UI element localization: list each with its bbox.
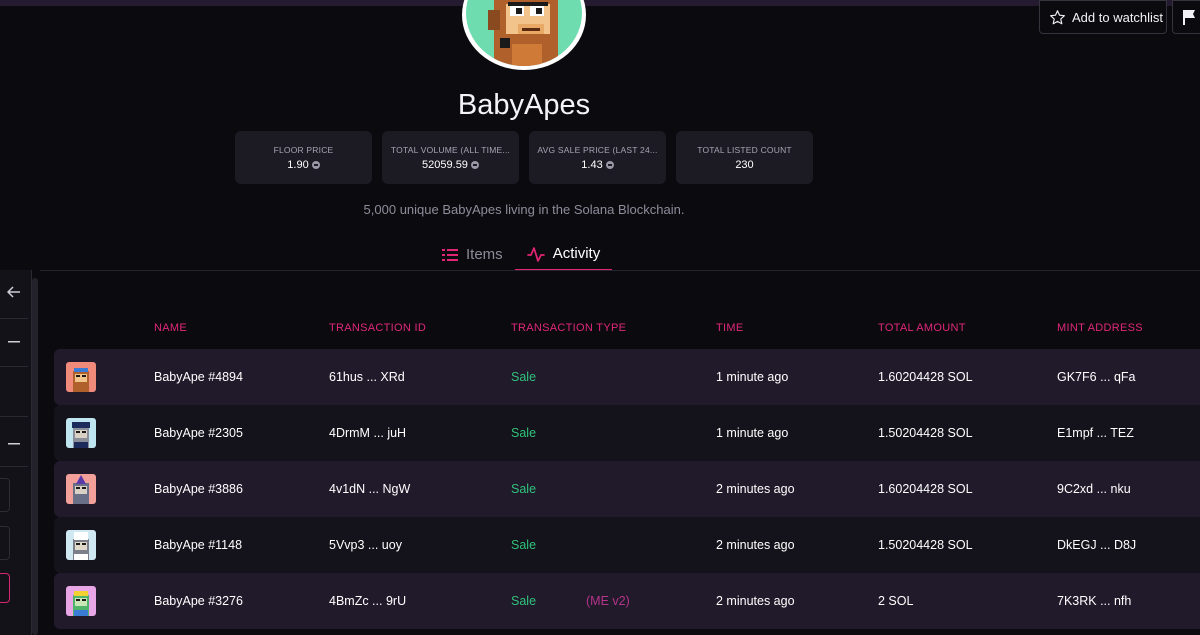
table-row[interactable]: BabyApe #2305 4DrmM ... juH Sale 1 minut… xyxy=(54,405,1200,461)
transaction-time: 2 minutes ago xyxy=(716,482,795,496)
activity-table: BabyApe #4894 61hus ... XRd Sale 1 minut… xyxy=(54,349,1200,629)
sidebar-divider xyxy=(0,466,28,467)
back-arrow-icon[interactable] xyxy=(0,282,28,302)
sol-icon xyxy=(605,160,614,169)
nft-name[interactable]: BabyApe #3886 xyxy=(154,482,243,496)
stat-floor-price: FLOOR PRICE 1.90 xyxy=(235,131,372,184)
collection-avatar xyxy=(462,0,586,70)
filter-input-max[interactable] xyxy=(0,526,10,560)
stat-label: TOTAL VOLUME (ALL TIME... xyxy=(390,144,511,155)
collapse-icon[interactable] xyxy=(0,434,28,454)
transaction-type: Sale xyxy=(511,426,537,440)
watchlist-label: Add to watchlist xyxy=(1072,9,1164,25)
table-row[interactable]: BabyApe #3886 4v1dN ... NgW Sale 2 minut… xyxy=(54,461,1200,517)
total-amount: 1.50204428 SOL xyxy=(878,426,973,440)
tab-label: Activity xyxy=(552,245,601,262)
list-icon xyxy=(442,248,458,261)
stat-value: 52059.59 xyxy=(422,158,468,171)
nft-thumbnail[interactable] xyxy=(66,586,96,616)
activity-icon xyxy=(526,246,545,262)
mint-address[interactable]: GK7F6 ... qFa xyxy=(1057,370,1136,384)
sidebar-divider xyxy=(0,366,28,367)
tab-activity[interactable]: Activity xyxy=(514,238,613,271)
transaction-time: 2 minutes ago xyxy=(716,538,795,552)
table-row[interactable]: BabyApe #1148 5Vvp3 ... uoy Sale 2 minut… xyxy=(54,517,1200,573)
transaction-type: Sale xyxy=(511,538,537,552)
transaction-id[interactable]: 5Vvp3 ... uoy xyxy=(329,538,402,552)
transaction-time: 2 minutes ago xyxy=(716,594,795,608)
nft-name[interactable]: BabyApe #2305 xyxy=(154,426,243,440)
stat-value: 1.43 xyxy=(581,158,603,171)
nft-name[interactable]: BabyApe #4894 xyxy=(154,370,243,384)
transaction-time: 1 minute ago xyxy=(716,426,789,440)
transaction-time: 1 minute ago xyxy=(716,370,789,384)
add-to-watchlist-button[interactable]: Add to watchlist xyxy=(1039,0,1167,34)
sol-icon xyxy=(470,160,479,169)
column-header-transaction-id[interactable]: TRANSACTION ID xyxy=(329,322,426,334)
mint-address[interactable]: DkEGJ ... D8J xyxy=(1057,538,1136,552)
column-header-time[interactable]: TIME xyxy=(716,322,743,334)
transaction-id[interactable]: 4v1dN ... NgW xyxy=(329,482,410,496)
total-amount: 1.50204428 SOL xyxy=(878,538,973,552)
table-row[interactable]: BabyApe #4894 61hus ... XRd Sale 1 minut… xyxy=(54,349,1200,405)
marketplace-tag: (ME v2) xyxy=(586,594,630,608)
total-amount: 2 SOL xyxy=(878,594,914,608)
transaction-id[interactable]: 4BmZc ... 9rU xyxy=(329,594,406,608)
nft-thumbnail[interactable] xyxy=(66,418,96,448)
tabs-divider xyxy=(40,270,1200,271)
collection-description: 5,000 unique BabyApes living in the Sola… xyxy=(363,202,685,217)
sidebar-scrollbar[interactable] xyxy=(32,278,38,635)
tab-bar: Items Activity xyxy=(430,238,613,271)
collection-title: BabyApes xyxy=(457,89,591,121)
stat-total-volume: TOTAL VOLUME (ALL TIME... 52059.59 xyxy=(382,131,519,184)
mint-address[interactable]: 7K3RK ... nfh xyxy=(1057,594,1131,608)
nft-thumbnail[interactable] xyxy=(66,530,96,560)
filter-sidebar xyxy=(0,270,32,635)
top-bar xyxy=(0,0,1200,6)
column-header-transaction-type[interactable]: TRANSACTION TYPE xyxy=(511,322,626,334)
stat-label: AVG SALE PRICE (LAST 24... xyxy=(537,144,658,155)
nft-name[interactable]: BabyApe #3276 xyxy=(154,594,243,608)
stats-bar: FLOOR PRICE 1.90 TOTAL VOLUME (ALL TIME.… xyxy=(235,131,813,184)
transaction-id[interactable]: 61hus ... XRd xyxy=(329,370,405,384)
nft-thumbnail[interactable] xyxy=(66,474,96,504)
column-header-total-amount[interactable]: TOTAL AMOUNT xyxy=(878,322,966,334)
total-amount: 1.60204428 SOL xyxy=(878,370,973,384)
sidebar-divider xyxy=(0,416,28,417)
transaction-type: Sale xyxy=(511,482,537,496)
table-row[interactable]: BabyApe #3276 4BmZc ... 9rU Sale (ME v2)… xyxy=(54,573,1200,629)
nft-name[interactable]: BabyApe #1148 xyxy=(154,538,242,552)
column-header-mint-address[interactable]: MINT ADDRESS xyxy=(1057,322,1143,334)
sidebar-divider xyxy=(0,318,28,319)
flag-icon xyxy=(1183,10,1195,25)
apply-filter-button[interactable] xyxy=(0,573,10,603)
collapse-icon[interactable] xyxy=(0,332,28,352)
table-header: NAME TRANSACTION ID TRANSACTION TYPE TIM… xyxy=(54,318,1200,338)
tab-items[interactable]: Items xyxy=(430,238,515,271)
ape-avatar-icon xyxy=(488,0,558,66)
nft-thumbnail[interactable] xyxy=(66,362,96,392)
filter-input-min[interactable] xyxy=(0,478,10,512)
star-icon xyxy=(1050,9,1065,24)
stat-total-listed: TOTAL LISTED COUNT 230 xyxy=(676,131,813,184)
total-amount: 1.60204428 SOL xyxy=(878,482,973,496)
column-header-name[interactable]: NAME xyxy=(154,322,187,334)
transaction-id[interactable]: 4DrmM ... juH xyxy=(329,426,406,440)
tab-label: Items xyxy=(466,246,503,263)
stat-label: FLOOR PRICE xyxy=(273,144,334,155)
stat-label: TOTAL LISTED COUNT xyxy=(697,144,792,155)
stat-value: 230 xyxy=(735,158,754,171)
transaction-type: Sale xyxy=(511,370,537,384)
report-button[interactable] xyxy=(1172,0,1200,34)
mint-address[interactable]: 9C2xd ... nku xyxy=(1057,482,1131,496)
mint-address[interactable]: E1mpf ... TEZ xyxy=(1057,426,1134,440)
transaction-type: Sale xyxy=(511,594,537,608)
stat-value: 1.90 xyxy=(287,158,309,171)
stat-avg-sale-price: AVG SALE PRICE (LAST 24... 1.43 xyxy=(529,131,666,184)
sol-icon xyxy=(311,160,320,169)
